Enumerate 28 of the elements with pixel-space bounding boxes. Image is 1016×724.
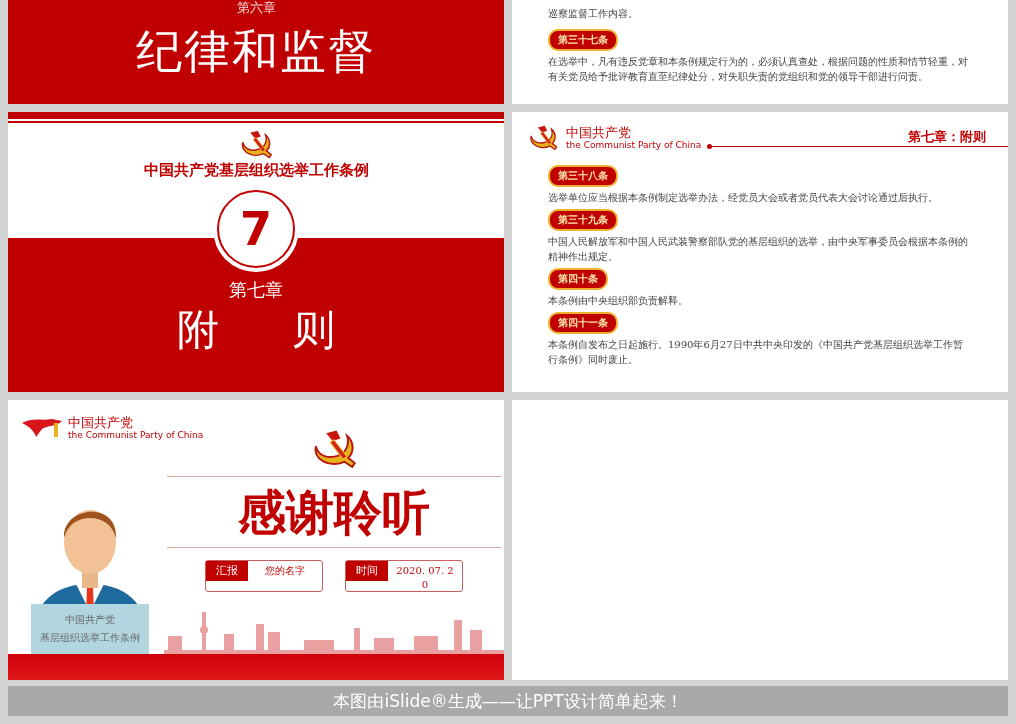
field-label: 时间 <box>346 560 388 581</box>
logo-text: 中国共产党 <box>68 416 134 430</box>
article-text: 巡察监督工作内容。 <box>548 7 639 21</box>
sign-text: 基层组织选举工作条例 <box>40 631 140 645</box>
chapter-title: 纪律和监督 <box>136 23 376 80</box>
footer-banner: 本图由iSlide®生成——让PPT设计简单起来！ <box>8 686 1008 716</box>
logo-subtitle: the Communist Party of China <box>566 139 702 150</box>
slide-subtitle: 中国共产党基层组织选举工作条例 <box>143 161 369 181</box>
sign-text: 中国共产党 <box>65 613 115 627</box>
article-badge: 第三十九条 <box>548 209 618 232</box>
article-text: 中国人民解放军和中国人民武装警察部队党的基层组织的选举，由中央军事委员会根据本条例的精神作出规定。 <box>548 235 968 265</box>
chapter-label: 第六章 <box>236 0 276 15</box>
article-badge: 第四十一条 <box>548 312 618 335</box>
logo-subtitle: the Communist Party of China <box>68 430 204 440</box>
chapter-label: 第七章 <box>229 278 283 303</box>
article-text: 本条例自发布之日起施行。1990年6月27日中共中央印发的《中国共产党基层组织选举工作暂行条例》同时废止。 <box>548 338 964 368</box>
article-badge: 第三十八条 <box>548 165 618 188</box>
chapter-title: 附 则 <box>177 304 335 357</box>
article-badge: 第四十条 <box>548 268 608 291</box>
article-text: 在选举中，凡有违反党章和本条例规定行为的，必须认真查处，根据问题的性质和情节轻重，对有关党员给予批评教育直至纪律处分，对失职失责的党组织和党的领导干部进行问责。 <box>548 55 968 84</box>
field-value: 2020. 07. 20 <box>395 563 455 592</box>
logo-text: 中国共产党 <box>566 125 632 140</box>
field-value: 您的名字 <box>264 563 306 578</box>
article-badge: 第三十七条 <box>548 29 618 51</box>
article-text: 本条例由中央组织部负责解释。 <box>548 294 688 309</box>
article-text: 选举单位应当根据本条例制定选举办法，经党员大会或者党员代表大会讨论通过后执行。 <box>548 191 938 206</box>
thanks-title: 感谢聆听 <box>238 482 430 541</box>
field-label: 汇报 <box>206 560 248 581</box>
